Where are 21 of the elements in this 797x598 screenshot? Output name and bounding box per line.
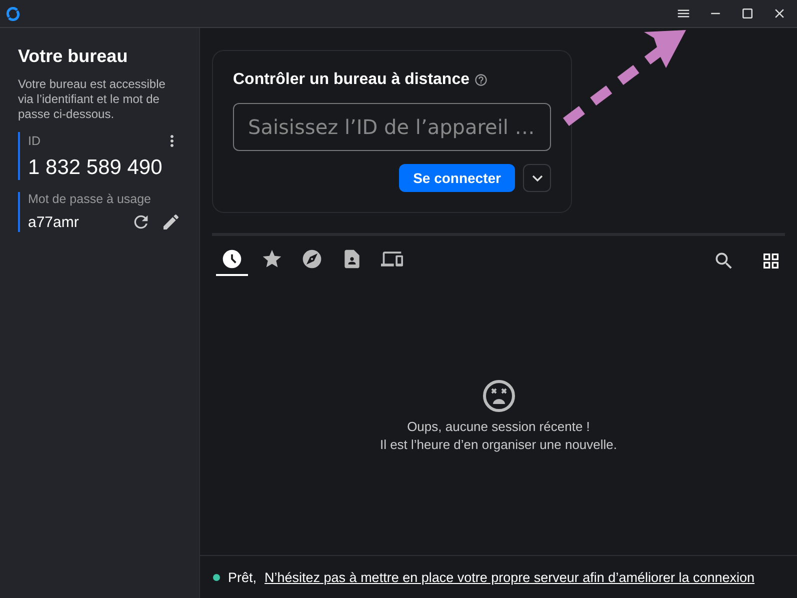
- id-value: 1 832 589 490: [28, 156, 164, 180]
- empty-message: Oups, aucune session récente !: [407, 419, 590, 434]
- password-value: a77amr: [28, 214, 79, 230]
- edit-button[interactable]: [161, 212, 181, 232]
- chevron-down-icon: [532, 174, 542, 182]
- sidebar-title: Votre bureau: [18, 46, 129, 67]
- password-label: Mot de passe à usage: [28, 192, 152, 206]
- card-title: Contrôler un bureau à distance: [233, 71, 470, 89]
- id-input-field[interactable]: Saisissez l’ID de l’appareil …: [233, 103, 551, 151]
- grid-view-button[interactable]: [761, 251, 781, 271]
- empty-hint: Il est l’heure d’en organiser une nouvelle.: [380, 437, 618, 452]
- connect-button[interactable]: Se connecter: [399, 164, 515, 192]
- sad-face-icon: [482, 379, 516, 413]
- maximize-icon[interactable]: [740, 6, 754, 21]
- id-label: ID: [28, 134, 40, 148]
- help-icon[interactable]: [474, 73, 488, 87]
- dropdown-button[interactable]: [523, 164, 551, 192]
- logo-icon: [6, 6, 20, 20]
- status-text: Prêt,: [228, 570, 257, 584]
- sidebar-description: Votre bureau est accessible via l’identifiant et le mot de passe ci-dessous.: [18, 77, 166, 122]
- server-link[interactable]: N’hésitez pas à mettre en place votre propre serveur afin d’améliorer la connexion: [264, 570, 755, 584]
